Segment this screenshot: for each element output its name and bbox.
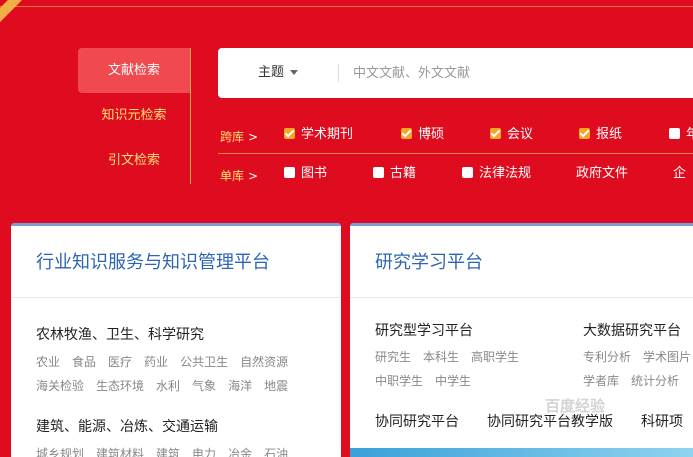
tag-link[interactable]: 本科生 bbox=[423, 350, 459, 364]
banner-strip bbox=[350, 448, 693, 457]
tag-line: 专利分析 学术图片 bbox=[583, 345, 693, 369]
category-title[interactable]: 研究型学习平台 bbox=[375, 320, 531, 340]
checkbox-journals[interactable]: 学术期刊 bbox=[284, 125, 353, 145]
link-enterprise[interactable]: 企 bbox=[673, 164, 686, 184]
tag-line: 海关检验 生态环境 水利 气象 海洋 地震 bbox=[36, 374, 341, 398]
category-group: 建筑、能源、冶炼、交通运输 城乡规划 建筑材料 建筑 电力 冶金 石油 bbox=[36, 416, 341, 457]
tag-link[interactable]: 气象 bbox=[192, 379, 216, 393]
checkbox-laws[interactable]: 法律法规 bbox=[462, 164, 531, 184]
single-db-row: 单库 > 图书 古籍 法律法规 政府文件 企 bbox=[218, 164, 693, 184]
category-title[interactable]: 农林牧渔、卫生、科学研究 bbox=[36, 324, 341, 344]
tag-link[interactable]: 自然资源 bbox=[240, 355, 288, 369]
tag-link[interactable]: 冶金 bbox=[228, 447, 252, 457]
tag-link[interactable]: 药业 bbox=[144, 355, 168, 369]
tab-literature-search[interactable]: 文献检索 bbox=[78, 48, 190, 93]
search-divider bbox=[338, 64, 339, 82]
top-decor-line bbox=[0, 6, 693, 7]
checkbox-unchecked-icon bbox=[462, 167, 473, 178]
tag-link[interactable]: 食品 bbox=[72, 355, 96, 369]
cross-db-label[interactable]: 跨库 > bbox=[220, 128, 258, 145]
checkbox-ancient-books[interactable]: 古籍 bbox=[373, 164, 416, 184]
corner-decor-stripe bbox=[0, 0, 41, 24]
checkbox-checked-icon bbox=[579, 128, 590, 139]
tag-line: 农业 食品 医疗 药业 公共卫生 自然资源 bbox=[36, 350, 341, 374]
tag-link[interactable]: 医疗 bbox=[108, 355, 132, 369]
tag-link[interactable]: 中学生 bbox=[435, 374, 471, 388]
tag-link[interactable]: 专利分析 bbox=[583, 350, 631, 364]
tab-knowledge-element-search[interactable]: 知识元检索 bbox=[78, 93, 190, 138]
tag-line: 研究生 本科生 高职学生 bbox=[375, 345, 531, 369]
checkbox-conferences[interactable]: 会议 bbox=[490, 125, 533, 145]
card-title[interactable]: 研究学习平台 bbox=[350, 226, 693, 298]
tag-link[interactable]: 学术图片 bbox=[643, 350, 691, 364]
tag-line: 城乡规划 建筑材料 建筑 电力 冶金 石油 bbox=[36, 442, 341, 457]
checkbox-checked-icon bbox=[284, 128, 295, 139]
checkbox-unchecked-icon bbox=[284, 167, 295, 178]
card-title[interactable]: 行业知识服务与知识管理平台 bbox=[11, 226, 341, 298]
tag-line: 学者库 统计分析 bbox=[583, 369, 693, 393]
checkbox-books[interactable]: 图书 bbox=[284, 164, 327, 184]
tag-link[interactable]: 水利 bbox=[156, 379, 180, 393]
chevron-right-icon: > bbox=[248, 130, 259, 144]
tag-link[interactable]: 建筑 bbox=[156, 447, 180, 457]
checkbox-checked-icon bbox=[401, 128, 412, 139]
tag-link[interactable]: 研究生 bbox=[375, 350, 411, 364]
platform-links: 协同研究平台 协同研究平台教学版 科研项 bbox=[375, 411, 693, 431]
tag-link[interactable]: 建筑材料 bbox=[96, 447, 144, 457]
search-box: 主题 bbox=[218, 48, 693, 98]
checkbox-unchecked-icon bbox=[373, 167, 384, 178]
tab-citation-search[interactable]: 引文检索 bbox=[78, 138, 190, 183]
tag-link[interactable]: 高职学生 bbox=[471, 350, 519, 364]
category-title[interactable]: 大数据研究平台 bbox=[583, 320, 693, 340]
single-db-label[interactable]: 单库 > bbox=[220, 167, 258, 184]
category-title[interactable]: 建筑、能源、冶炼、交通运输 bbox=[36, 416, 341, 436]
checkbox-theses[interactable]: 博硕 bbox=[401, 125, 444, 145]
tag-link[interactable]: 学者库 bbox=[583, 374, 619, 388]
tag-link[interactable]: 石油 bbox=[264, 447, 288, 457]
search-input[interactable] bbox=[353, 58, 683, 88]
chevron-right-icon: > bbox=[248, 169, 259, 183]
tag-link[interactable]: 海关检验 bbox=[36, 379, 84, 393]
tag-link[interactable]: 海洋 bbox=[228, 379, 252, 393]
link-government-documents[interactable]: 政府文件 bbox=[576, 164, 628, 184]
industry-knowledge-card: 行业知识服务与知识管理平台 农林牧渔、卫生、科学研究 农业 食品 医疗 药业 公共卫生自… bbox=[11, 223, 341, 457]
checkbox-unchecked-icon bbox=[669, 128, 680, 139]
db-row-separator bbox=[218, 153, 693, 154]
tag-link[interactable]: 统计分析 bbox=[631, 374, 679, 388]
checkbox-checked-icon bbox=[490, 128, 501, 139]
tag-link[interactable]: 中职学生 bbox=[375, 374, 423, 388]
checkbox-newspapers[interactable]: 报纸 bbox=[579, 125, 622, 145]
tag-link[interactable]: 城乡规划 bbox=[36, 447, 84, 457]
category-group: 大数据研究平台 专利分析 学术图片 学者库 统计分析 bbox=[583, 320, 693, 393]
platform-link[interactable]: 科研项 bbox=[641, 414, 683, 430]
topic-label: 主题 bbox=[258, 65, 285, 80]
tag-line: 中职学生 中学生 bbox=[375, 369, 531, 393]
category-group: 农林牧渔、卫生、科学研究 农业 食品 医疗 药业 公共卫生 自然资源 海关检验 生态环境 水利… bbox=[36, 324, 341, 398]
cross-db-row: 跨库 > 学术期刊 博硕 会议 报纸 年 bbox=[218, 125, 693, 145]
tag-link[interactable]: 电力 bbox=[192, 447, 216, 457]
tag-link[interactable]: 地震 bbox=[264, 379, 288, 393]
watermark: 百度经验 bbox=[545, 397, 606, 415]
tag-link[interactable]: 公共卫生 bbox=[180, 355, 228, 369]
platform-link[interactable]: 协同研究平台 bbox=[375, 414, 459, 430]
tag-link[interactable]: 农业 bbox=[36, 355, 60, 369]
tag-link[interactable]: 生态环境 bbox=[96, 379, 144, 393]
platform-link[interactable]: 协同研究平台教学版 bbox=[487, 414, 613, 430]
search-type-tabs: 文献检索 知识元检索 引文检索 bbox=[78, 48, 191, 184]
topic-dropdown[interactable]: 主题 bbox=[258, 48, 299, 98]
checkbox-yearbooks[interactable]: 年 bbox=[669, 125, 693, 145]
category-group: 研究型学习平台 研究生 本科生 高职学生 中职学生 中学生 bbox=[375, 320, 531, 393]
chevron-down-icon bbox=[290, 70, 299, 75]
research-learning-card: 研究学习平台 研究型学习平台 研究生 本科生 高职学生 中职学生 中学生 大数据研究平… bbox=[350, 223, 693, 457]
